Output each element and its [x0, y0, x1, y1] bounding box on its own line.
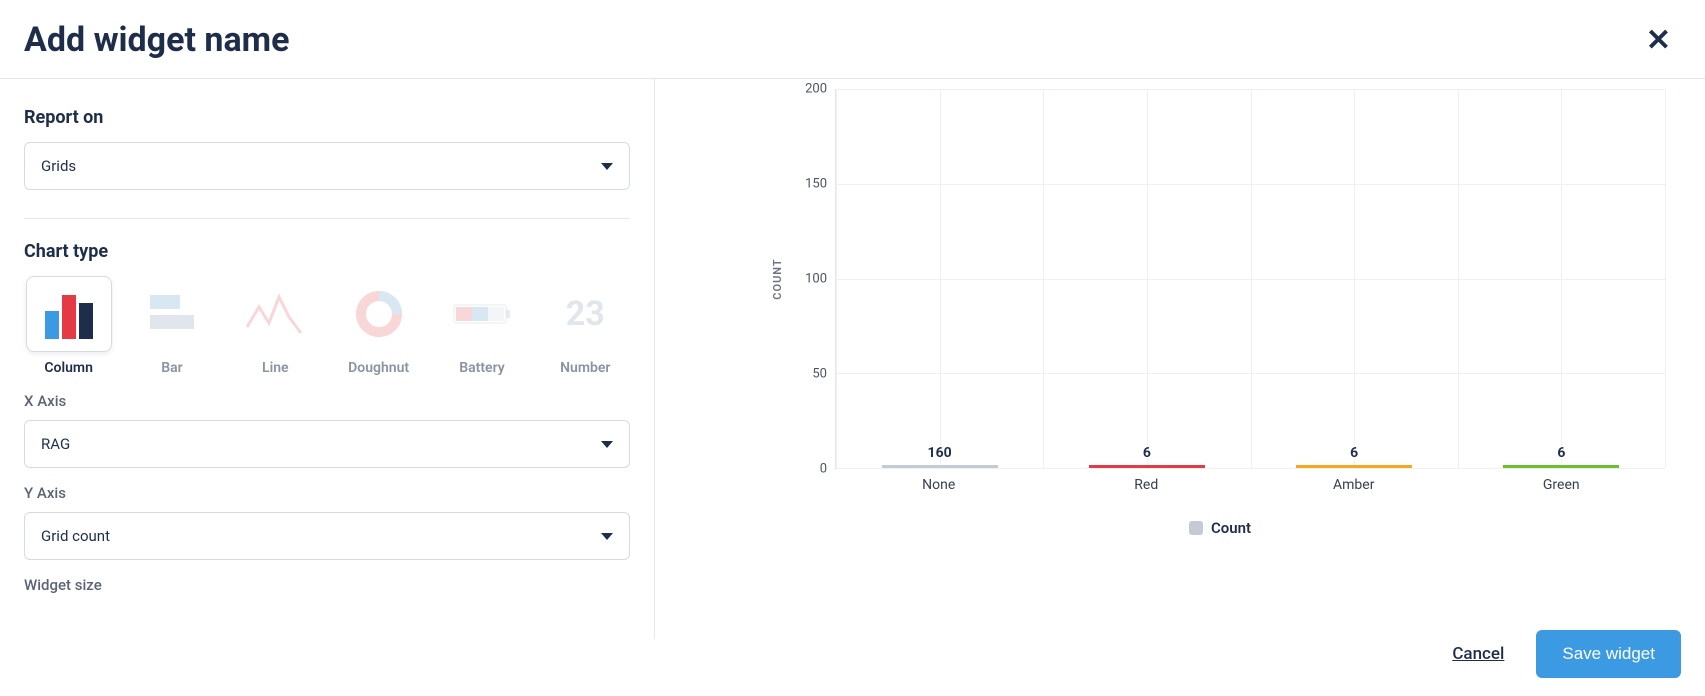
chart-type-bar-label: Bar [127, 360, 216, 376]
number-chart-icon: 23 [542, 276, 628, 352]
y-axis-label: Y Axis [24, 484, 630, 502]
x-axis-tick-label: None [835, 477, 1043, 493]
x-axis-select[interactable]: RAG [24, 420, 630, 468]
bar-value-label: 6 [1557, 445, 1565, 461]
bar-value-label: 6 [1350, 445, 1358, 461]
close-icon[interactable]: ✕ [1646, 23, 1681, 58]
legend-swatch [1189, 521, 1203, 535]
chart-type-line[interactable]: Line [231, 276, 320, 376]
chart-bar: 160 [836, 465, 1043, 468]
chart-type-line-label: Line [231, 360, 320, 376]
chart-type-number[interactable]: 23 Number [541, 276, 630, 376]
chart-bar: 6 [1043, 465, 1250, 468]
bar-chart-icon [129, 276, 215, 352]
chart-type-battery[interactable]: Battery [437, 276, 526, 376]
dialog-header: Add widget name ✕ [0, 0, 1705, 79]
chart-plot: 160666 [835, 89, 1665, 469]
chart-type-options: Column Bar Line [24, 276, 630, 376]
save-widget-button[interactable]: Save widget [1536, 630, 1681, 678]
widget-size-label: Widget size [24, 576, 630, 594]
chart-legend: Count [775, 519, 1665, 537]
chart-type-column-label: Column [24, 360, 113, 376]
x-axis-tick-label: Green [1458, 477, 1666, 493]
line-chart-icon [232, 276, 318, 352]
chart-type-number-label: Number [541, 360, 630, 376]
y-axis-title: COUNT [771, 258, 784, 299]
chart-type-label: Chart type [24, 241, 630, 262]
chart-type-doughnut[interactable]: Doughnut [334, 276, 423, 376]
config-panel: Report on Grids Chart type Column [0, 79, 655, 639]
report-on-value: Grids [41, 157, 76, 175]
doughnut-chart-icon [336, 276, 422, 352]
divider [24, 218, 630, 219]
battery-chart-icon [439, 276, 525, 352]
y-axis-value: Grid count [41, 527, 110, 545]
cancel-button[interactable]: Cancel [1452, 644, 1504, 664]
report-on-select[interactable]: Grids [24, 142, 630, 190]
dialog-body: Report on Grids Chart type Column [0, 79, 1705, 639]
chart-type-battery-label: Battery [437, 360, 526, 376]
bar-value-label: 6 [1143, 445, 1151, 461]
bar-value-label: 160 [928, 445, 952, 461]
y-axis: COUNT 050100150200 [775, 89, 835, 469]
y-axis-select[interactable]: Grid count [24, 512, 630, 560]
chart-type-bar[interactable]: Bar [127, 276, 216, 376]
x-axis-value: RAG [41, 435, 70, 453]
chart-type-column[interactable]: Column [24, 276, 113, 376]
chart-bar: 6 [1458, 465, 1665, 468]
column-chart-icon [26, 276, 112, 352]
report-on-label: Report on [24, 107, 630, 128]
x-axis-labels: NoneRedAmberGreen [835, 477, 1665, 493]
chart-preview-panel: COUNT 050100150200 160666 NoneRedAmberGr… [655, 79, 1705, 639]
dialog-footer: Cancel Save widget [1452, 630, 1681, 678]
chart-type-doughnut-label: Doughnut [334, 360, 423, 376]
chevron-down-icon [601, 441, 613, 448]
legend-text: Count [1211, 519, 1251, 537]
chart-bar: 6 [1251, 465, 1458, 468]
chevron-down-icon [601, 163, 613, 170]
chevron-down-icon [601, 533, 613, 540]
x-axis-label: X Axis [24, 392, 630, 410]
x-axis-tick-label: Red [1043, 477, 1251, 493]
dialog-title: Add widget name [24, 20, 290, 60]
x-axis-tick-label: Amber [1250, 477, 1458, 493]
chart-area: COUNT 050100150200 160666 [775, 89, 1665, 469]
